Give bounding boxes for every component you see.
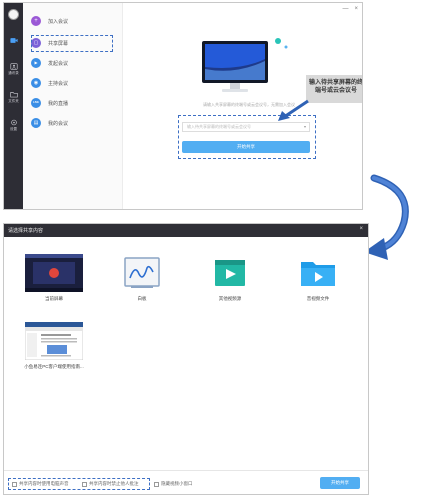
avatar[interactable] <box>8 9 19 20</box>
menu-item-join-meeting[interactable]: + 加入会议 <box>31 13 117 29</box>
tile-caption: 小鱼易连PC客户端使用指南... <box>24 364 84 369</box>
video-source-icon <box>201 254 259 292</box>
rail-item-label: 通讯录 <box>8 71 19 75</box>
start-share-button[interactable]: 开始共享 <box>320 477 360 489</box>
desktop-screen-icon <box>25 254 83 292</box>
share-option-media-file[interactable]: 音视频文件 <box>278 254 358 302</box>
share-option-video-source[interactable]: 其他视频源 <box>190 254 270 302</box>
plus-icon: + <box>31 16 41 26</box>
rail-item-label: 设置 <box>10 127 17 131</box>
menu-item-my-live[interactable]: LIVE 我的直播 <box>31 95 117 111</box>
footer-options-highlight <box>8 478 150 490</box>
media-folder-icon <box>289 254 347 292</box>
annotation-callout: 输入待共享屏幕的终端号或云会议号 <box>306 75 362 103</box>
share-option-whiteboard[interactable]: 白板 <box>102 254 182 302</box>
menu-item-start-meeting[interactable]: ▶ 发起会议 <box>31 55 117 71</box>
contacts-icon <box>9 63 18 70</box>
close-icon[interactable]: × <box>359 226 363 232</box>
folder-icon <box>9 92 18 98</box>
rail-item-contacts[interactable]: 通讯录 <box>4 63 23 75</box>
rail-item-folder[interactable]: 文件夹 <box>4 91 23 103</box>
share-content-dialog: 请选择共享内容 × 当前屏幕 白板 其他视频源 音视频文件 小鱼易连PC客户端使… <box>3 223 369 495</box>
minimize-icon[interactable]: — <box>342 6 348 12</box>
rail-item-settings[interactable]: 设置 <box>4 119 23 131</box>
hide-video-window-checkbox[interactable]: 隐藏视频小窗口 <box>154 481 193 487</box>
menu-item-host-meeting[interactable]: ◉ 主持会议 <box>31 75 117 91</box>
tile-caption: 白板 <box>137 296 147 301</box>
window-controls: — × <box>342 6 358 12</box>
tile-caption: 当前屏幕 <box>45 296 63 301</box>
flow-arrow-icon <box>364 174 409 260</box>
video-icon: ▶ <box>31 58 41 68</box>
menu-item-label: 主持会议 <box>48 80 69 87</box>
share-screen-panel: — × 请输入共享屏幕的终端号或云会议号，无需加入会议 输入待共享屏幕的终端号或… <box>124 3 362 209</box>
dialog-title: 请选择共享内容 <box>8 228 44 234</box>
document-window-icon <box>24 321 84 361</box>
menu-item-label: 我的直播 <box>48 100 69 107</box>
feature-menu: + 加入会议 ▢ 共享屏幕 ▶ 发起会议 ◉ 主持会议 LIVE 我的直播 ▤ … <box>23 3 123 209</box>
menu-item-my-meetings[interactable]: ▤ 我的会议 <box>31 115 117 131</box>
live-icon: LIVE <box>31 98 41 108</box>
dialog-footer: 共享内容时使用电脑声音 共享内容时禁止他人批注 隐藏视频小窗口 开始共享 <box>4 470 368 494</box>
tile-caption: 其他视频源 <box>218 296 242 301</box>
dialog-title-bar: 请选择共享内容 × <box>4 224 368 237</box>
rail-item-label: 文件夹 <box>8 99 19 103</box>
share-option-document-window[interactable]: 小鱼易连PC客户端使用指南... <box>14 321 94 370</box>
checkbox-box[interactable] <box>154 481 159 487</box>
callout-arrow-icon <box>278 99 309 121</box>
checkbox-label: 隐藏视频小窗口 <box>161 481 193 486</box>
video-icon <box>9 38 18 43</box>
share-screen-window: 通讯录 文件夹 设置 + 加入会议 ▢ 共享屏幕 ▶ 发起会议 ◉ 主持会议 L… <box>3 2 363 210</box>
gear-icon <box>10 119 17 126</box>
left-rail: 通讯录 文件夹 设置 <box>4 3 23 209</box>
calendar-icon: ▤ <box>31 118 41 128</box>
whiteboard-icon <box>113 254 171 292</box>
close-icon[interactable]: × <box>354 6 358 12</box>
menu-item-label: 发起会议 <box>48 60 69 67</box>
tile-caption: 音视频文件 <box>306 296 330 301</box>
menu-item-label: 我的会议 <box>48 120 69 127</box>
rail-item-meeting[interactable] <box>4 37 23 45</box>
share-screen-highlight <box>31 35 113 52</box>
monitor-illustration-icon <box>202 38 288 92</box>
host-icon: ◉ <box>31 78 41 88</box>
share-option-current-screen[interactable]: 当前屏幕 <box>14 254 94 302</box>
menu-item-label: 加入会议 <box>48 18 69 25</box>
